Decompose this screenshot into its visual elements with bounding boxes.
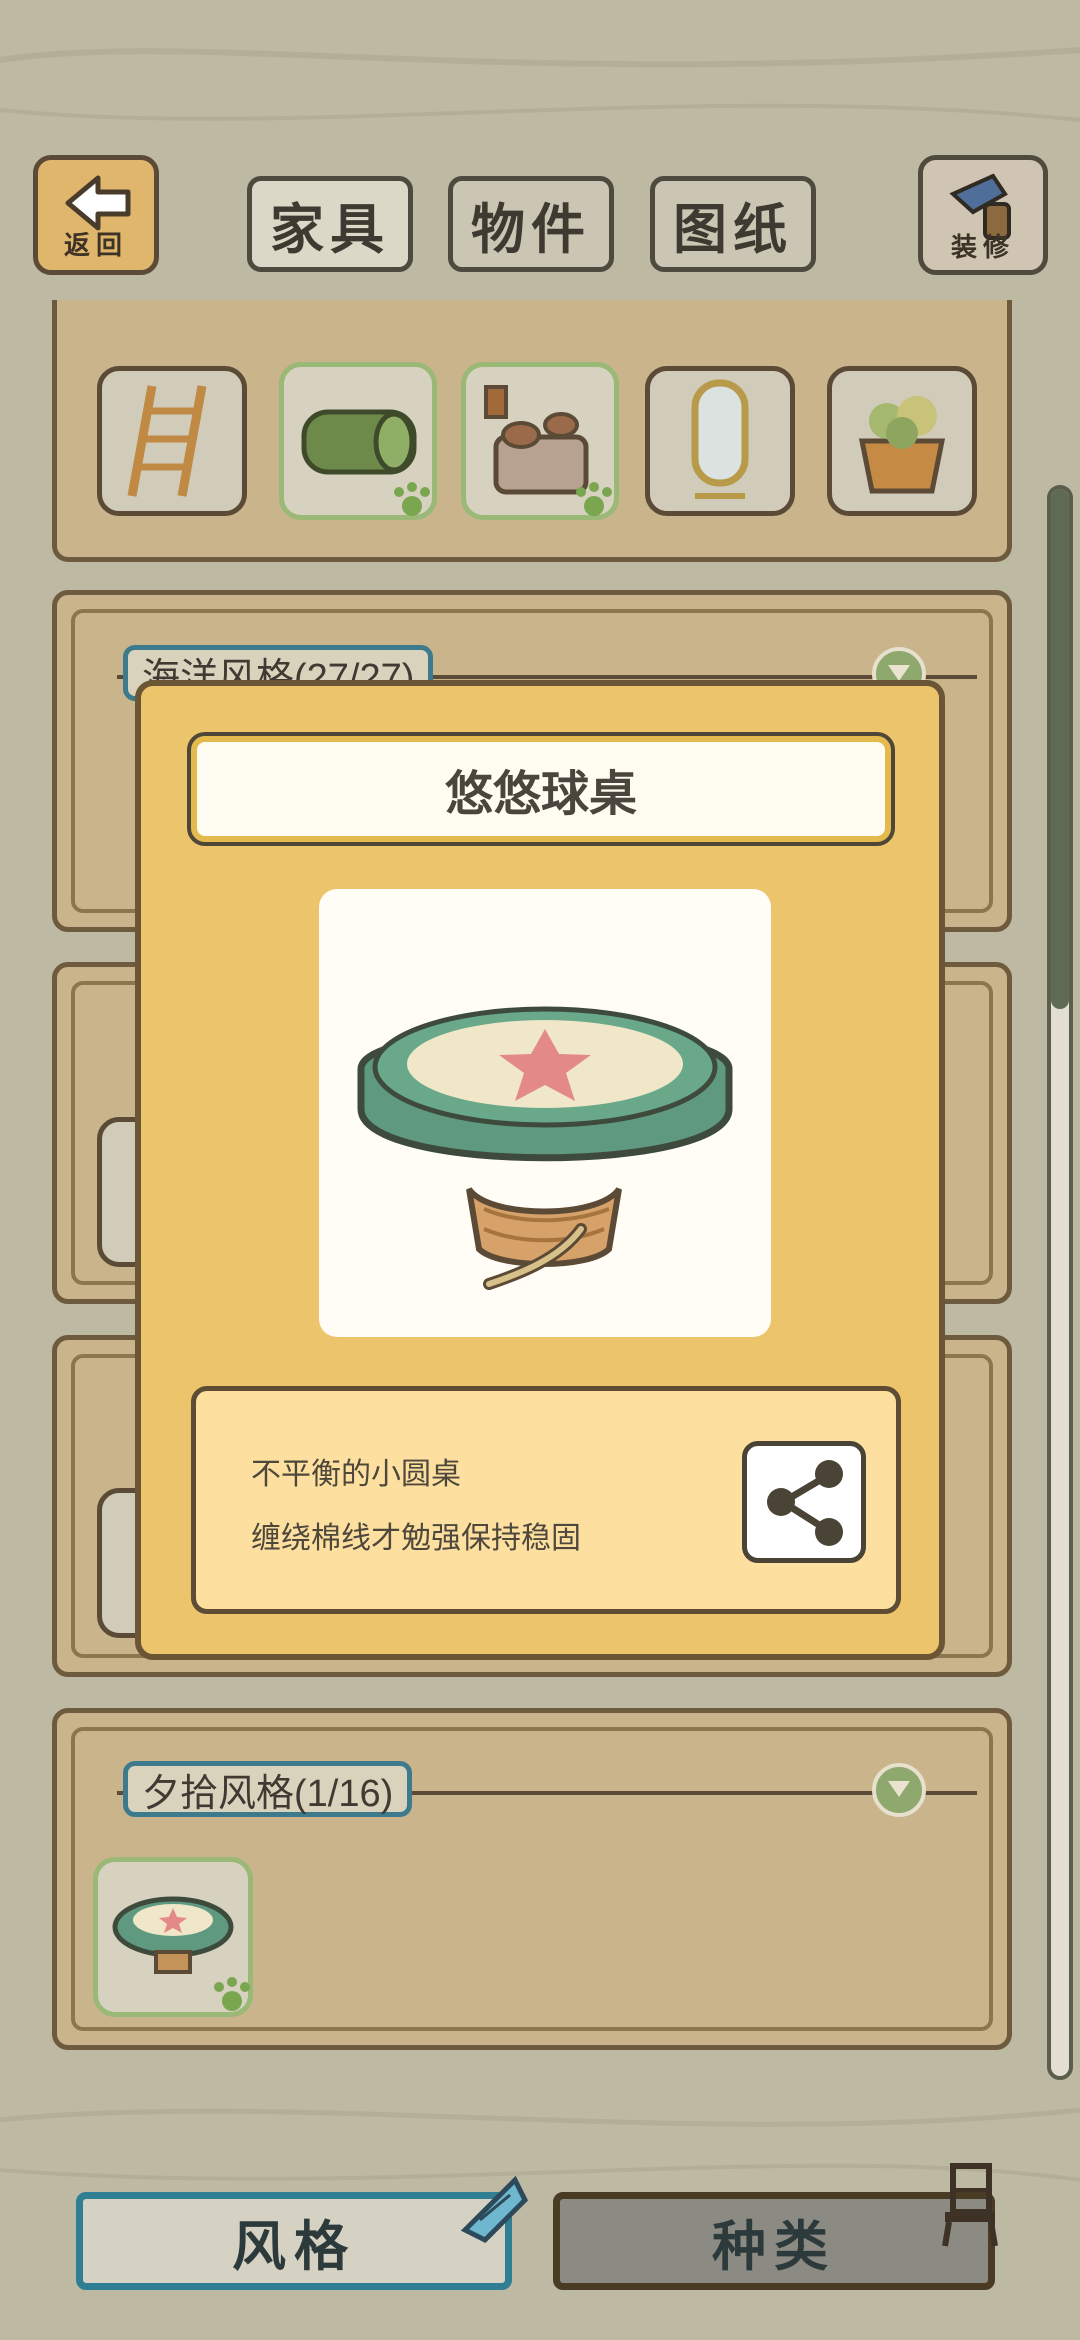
paw-icon — [394, 482, 430, 516]
back-label: 返回 — [63, 230, 128, 260]
chevron-down-icon[interactable] — [872, 1763, 926, 1817]
tab-furniture[interactable]: 家具 — [247, 176, 413, 272]
back-button[interactable]: 返回 — [33, 155, 159, 275]
potted-plant-icon — [858, 396, 946, 494]
ladder-icon — [127, 385, 207, 497]
item-ladder[interactable] — [97, 366, 247, 516]
tab-blueprints[interactable]: 图纸 — [650, 176, 816, 272]
scrollbar-thumb[interactable] — [1051, 489, 1069, 1009]
mirror-icon — [691, 379, 749, 499]
scrollbar[interactable] — [1047, 485, 1073, 2080]
style-nav-button[interactable]: 风格 — [76, 2192, 512, 2290]
decorate-label: 装修 — [950, 232, 1015, 262]
chair-icon — [942, 2163, 998, 2247]
item-plants[interactable] — [827, 366, 977, 516]
paw-icon — [214, 1977, 250, 2011]
tab-objects[interactable]: 物件 — [448, 176, 614, 272]
item-name: 悠悠球桌 — [187, 732, 895, 846]
item-mirror[interactable] — [645, 366, 795, 516]
item-description-box: 不平衡的小圆桌 缠绕棉线才勉强保持稳固 — [191, 1386, 901, 1614]
yoyo-table-icon — [357, 1006, 733, 1290]
panel-section-top — [52, 300, 1012, 562]
panel-xishi-style: 夕拾风格(1/16) — [52, 1708, 1012, 2050]
share-button[interactable] — [742, 1441, 866, 1563]
item-description-line-1: 不平衡的小圆桌 — [251, 1458, 461, 1491]
category-nav-button[interactable]: 种类 — [553, 2192, 995, 2290]
seashell-icon — [460, 2175, 529, 2244]
share-icon — [767, 1460, 843, 1546]
paw-icon — [576, 482, 612, 516]
item-image — [319, 889, 771, 1337]
decorate-button[interactable]: 装修 — [918, 155, 1048, 275]
item-detail-popup: 悠悠球桌 不平衡的小圆桌 缠绕棉线才勉强保持稳固 — [135, 680, 945, 1660]
section-title-xishi: 夕拾风格(1/16) — [123, 1761, 413, 1817]
item-description-line-2: 缠绕棉线才勉强保持稳固 — [251, 1522, 581, 1555]
